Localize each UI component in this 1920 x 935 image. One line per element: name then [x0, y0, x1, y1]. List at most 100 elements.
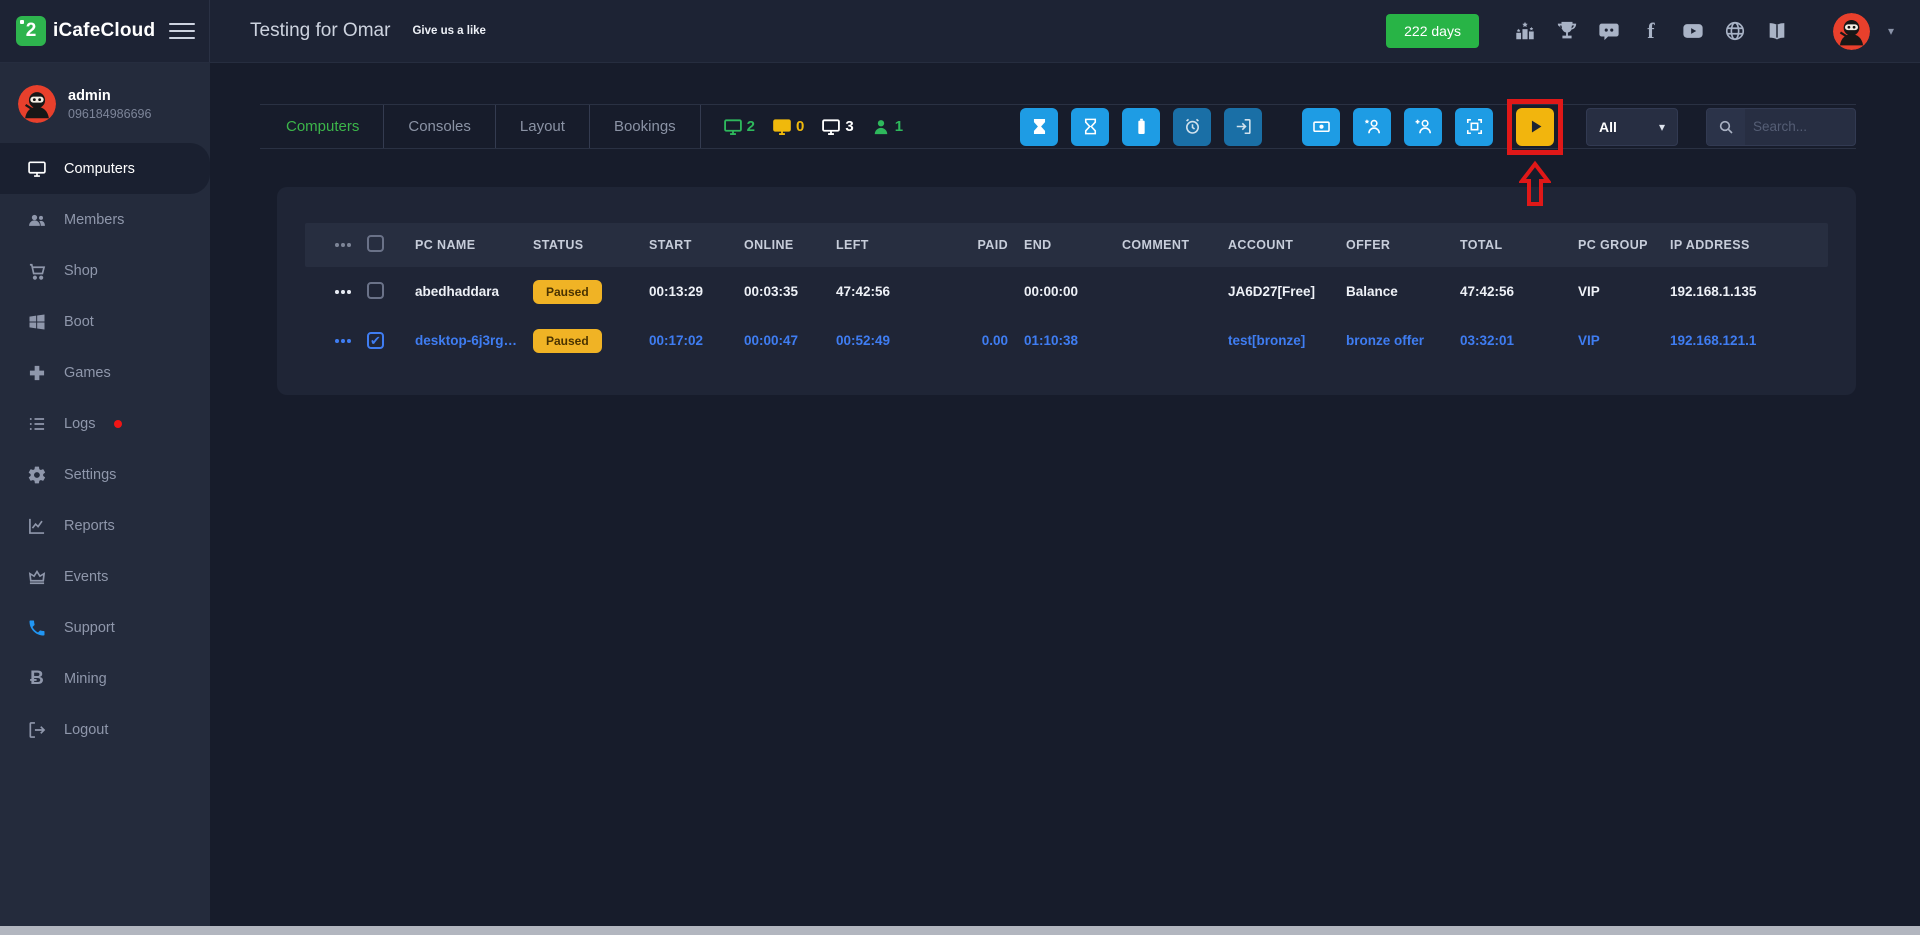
ip-address: 192.168.1.135 [1670, 284, 1757, 299]
annotated-action [1507, 98, 1563, 206]
member-add-button[interactable] [1404, 107, 1442, 146]
hourglass-filled-button[interactable] [1020, 107, 1058, 146]
tab-layout[interactable]: Layout [496, 105, 590, 148]
counter-pcs-paused[interactable]: 0 [772, 117, 804, 137]
app-logo-text: iCafeCloud [53, 20, 156, 41]
computers-toolbar: Computers Consoles Layout Bookings 2 0 3 [260, 98, 1856, 206]
tab-consoles[interactable]: Consoles [384, 105, 496, 148]
monitor-icon [822, 118, 841, 135]
ip-address: 192.168.121.1 [1670, 333, 1757, 348]
sidebar-item-games[interactable]: Games [0, 347, 210, 398]
account: JA6D27[Free] [1228, 284, 1316, 299]
tab-computers[interactable]: Computers [260, 105, 385, 148]
member-add-icon [1415, 119, 1431, 134]
screenshot-button[interactable] [1455, 107, 1493, 146]
col-account: ACCOUNT [1228, 238, 1294, 252]
start-time: 00:17:02 [649, 333, 704, 348]
end-time: 01:10:38 [1024, 333, 1079, 348]
hourglass-outline-button[interactable] [1071, 107, 1109, 146]
sidebar-item-mining[interactable]: Ƀ Mining [0, 653, 210, 704]
col-paid: PAID [977, 238, 1008, 252]
alarm-clock-icon [1185, 118, 1199, 134]
facebook-icon[interactable]: f [1639, 18, 1663, 43]
discord-icon[interactable] [1597, 19, 1621, 43]
status-counters: 2 0 3 1 [723, 117, 903, 137]
paid-amount: 0.00 [981, 333, 1008, 348]
select-all-checkbox[interactable] [367, 235, 384, 252]
sign-out-icon [1236, 118, 1251, 135]
cash-button[interactable] [1302, 107, 1340, 146]
row-checkbox[interactable]: ✔ [367, 332, 384, 349]
gamepad-icon [29, 365, 45, 380]
monitor-icon [28, 161, 46, 177]
alarm-button[interactable] [1173, 107, 1211, 146]
sidebar-item-support[interactable]: Support [0, 602, 210, 653]
screenshot-icon [1466, 118, 1482, 135]
sidebar-item-settings[interactable]: Settings [0, 449, 210, 500]
play-icon [1531, 120, 1541, 133]
sidebar-user-avatar[interactable] [18, 85, 56, 123]
start-time: 00:13:29 [649, 284, 704, 299]
col-pc-name: PC NAME [415, 238, 476, 252]
status-badge: Paused [533, 279, 602, 304]
cart-icon [29, 263, 46, 280]
sidebar-item-logout[interactable]: Logout [0, 704, 210, 755]
computers-table-card: PC NAME STATUS START ONLINE LEFT PAID EN… [277, 187, 1856, 395]
member-star-button[interactable] [1353, 107, 1391, 146]
col-end: END [1024, 238, 1052, 252]
menu-toggle-icon[interactable] [169, 18, 195, 44]
start-session-button[interactable] [1516, 107, 1554, 146]
total-time: 47:42:56 [1460, 284, 1515, 299]
sidebar-item-shop[interactable]: Shop [0, 245, 210, 296]
give-us-a-like-link[interactable]: Give us a like [412, 25, 486, 37]
app-logo-icon: 2 [16, 16, 46, 46]
battery-icon [1137, 118, 1145, 135]
sidebar-item-logs[interactable]: Logs [0, 398, 210, 449]
toolbar-actions [1020, 98, 1564, 206]
sidebar-item-events[interactable]: Events [0, 551, 210, 602]
sidebar-item-boot[interactable]: Boot [0, 296, 210, 347]
header-actions-menu-icon[interactable] [313, 243, 352, 247]
online-time: 00:00:47 [744, 333, 799, 348]
sign-out-button[interactable] [1224, 107, 1262, 146]
col-offer: OFFER [1346, 238, 1391, 252]
windows-icon [29, 314, 45, 329]
pc-group-filter-select[interactable]: All ▾ [1586, 107, 1678, 146]
sidebar-user-phone: 096184986696 [68, 106, 152, 121]
list-icon [29, 417, 45, 430]
topbar-right: 222 days f ▾ [1386, 12, 1920, 50]
hourglass-filled-icon [1033, 118, 1045, 135]
logs-alert-dot [114, 419, 123, 428]
sidebar-item-members[interactable]: Members [0, 194, 210, 245]
counter-members-online[interactable]: 1 [871, 117, 903, 137]
table-row: ✔ desktop-6j3rg… Paused 00:17:02 00:00:4… [305, 316, 1828, 365]
chart-icon [29, 518, 45, 534]
pc-group: VIP [1578, 284, 1600, 299]
search-input[interactable] [1745, 119, 1855, 134]
topbar: 2 iCafeCloud Testing for Omar Give us a … [0, 0, 1920, 63]
total-time: 03:32:01 [1460, 333, 1515, 348]
avatar-chevron-down-icon[interactable]: ▾ [1888, 24, 1894, 38]
row-checkbox[interactable] [367, 281, 384, 299]
counter-pcs-in-use[interactable]: 2 [723, 117, 755, 137]
counter-pcs-total[interactable]: 3 [821, 117, 854, 137]
sidebar-item-computers[interactable]: Computers [0, 143, 210, 194]
battery-button[interactable] [1122, 107, 1160, 146]
docs-book-icon[interactable] [1765, 19, 1789, 43]
view-tabs: Computers Consoles Layout Bookings [260, 105, 701, 148]
pc-name[interactable]: desktop-6j3rg… [407, 333, 525, 348]
offer: Balance [1346, 284, 1398, 299]
row-actions-menu-icon[interactable] [313, 289, 352, 294]
sidebar-item-reports[interactable]: Reports [0, 500, 210, 551]
user-avatar[interactable] [1832, 12, 1870, 50]
trophy-icon[interactable] [1555, 19, 1579, 43]
search-box [1706, 107, 1856, 146]
license-days-button[interactable]: 222 days [1386, 14, 1479, 48]
youtube-icon[interactable] [1681, 19, 1705, 43]
row-actions-menu-icon[interactable] [313, 338, 352, 343]
pc-name[interactable]: abedhaddara [407, 284, 525, 299]
website-globe-icon[interactable] [1723, 19, 1747, 43]
tab-bookings[interactable]: Bookings [590, 105, 701, 148]
ranking-icon[interactable] [1513, 19, 1537, 43]
horizontal-scrollbar[interactable] [0, 926, 1920, 935]
